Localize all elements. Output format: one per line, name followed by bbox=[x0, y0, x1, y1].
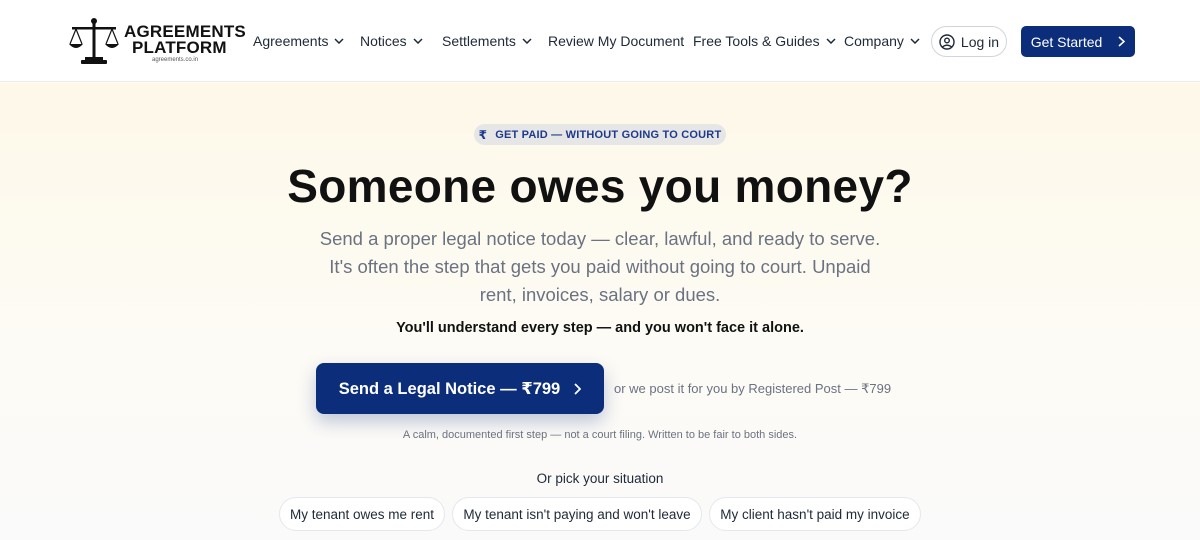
chevron-right-icon bbox=[1118, 36, 1126, 47]
hero-badge: ₹ GET PAID — WITHOUT GOING TO COURT bbox=[474, 124, 726, 145]
send-legal-notice-label: Send a Legal Notice — ₹799 bbox=[338, 379, 561, 398]
site-header: AGREEMENTS PLATFORM agreements.co.in Agr… bbox=[0, 0, 1200, 82]
rupee-icon: ₹ bbox=[478, 127, 488, 142]
nav-label: Free Tools & Guides bbox=[693, 33, 820, 49]
nav-notices[interactable]: Notices bbox=[360, 0, 423, 82]
nav-settlements[interactable]: Settlements bbox=[442, 0, 532, 82]
situation-chip-tenant-wont-leave[interactable]: My tenant isn't paying and won't leave bbox=[452, 497, 702, 531]
calm-note: A calm, documented first step — not a co… bbox=[402, 429, 798, 441]
get-started-label: Get Started bbox=[1030, 33, 1103, 50]
nav-label: Company bbox=[844, 33, 904, 49]
chevron-down-icon bbox=[910, 38, 920, 44]
nav-review-my-document[interactable]: Review My Document bbox=[548, 0, 684, 82]
registered-post-text: or we post it for you by Registered Post… bbox=[614, 381, 892, 396]
login-label: Log in bbox=[960, 33, 1000, 50]
nav-agreements[interactable]: Agreements bbox=[253, 0, 345, 82]
nav-company[interactable]: Company bbox=[844, 0, 920, 82]
situation-chip-label: My tenant isn't paying and won't leave bbox=[463, 506, 691, 522]
nav-label: Agreements bbox=[253, 33, 329, 49]
hero-subline: You'll understand every step — and you w… bbox=[396, 320, 804, 336]
user-circle-icon bbox=[939, 33, 955, 50]
situation-chip-tenant-rent[interactable]: My tenant owes me rent bbox=[279, 497, 445, 531]
scales-of-justice-icon bbox=[69, 18, 119, 64]
brand-domain: agreements.co.in bbox=[152, 57, 199, 63]
brand-logo[interactable]: AGREEMENTS PLATFORM agreements.co.in bbox=[68, 16, 246, 66]
chevron-right-icon bbox=[574, 382, 582, 395]
nav-free-tools-guides[interactable]: Free Tools & Guides bbox=[693, 0, 836, 82]
pick-situation-label: Or pick your situation bbox=[536, 471, 664, 486]
get-started-button[interactable]: Get Started bbox=[1021, 26, 1135, 57]
login-button[interactable]: Log in bbox=[931, 26, 1007, 57]
hero-description: Send a proper legal notice today — clear… bbox=[319, 228, 881, 305]
nav-label: Settlements bbox=[442, 33, 516, 49]
chevron-down-icon bbox=[413, 38, 423, 44]
situation-chip-label: My client hasn't paid my invoice bbox=[720, 506, 910, 522]
hero-badge-label: GET PAID — WITHOUT GOING TO COURT bbox=[495, 128, 722, 141]
nav-label: Review My Document bbox=[548, 33, 685, 49]
hero-section: ₹ GET PAID — WITHOUT GOING TO COURT Some… bbox=[0, 83, 1200, 540]
hero-title: Someone owes you money? bbox=[287, 160, 913, 212]
situation-chip-label: My tenant owes me rent bbox=[289, 506, 435, 522]
chevron-down-icon bbox=[522, 38, 532, 44]
chevron-down-icon bbox=[826, 38, 836, 44]
brand-name-line2: PLATFORM bbox=[132, 38, 227, 57]
nav-label: Notices bbox=[360, 33, 407, 49]
situation-chip-client-invoice[interactable]: My client hasn't paid my invoice bbox=[709, 497, 921, 531]
chevron-down-icon bbox=[334, 38, 345, 44]
send-legal-notice-button[interactable]: Send a Legal Notice — ₹799 bbox=[316, 363, 604, 414]
